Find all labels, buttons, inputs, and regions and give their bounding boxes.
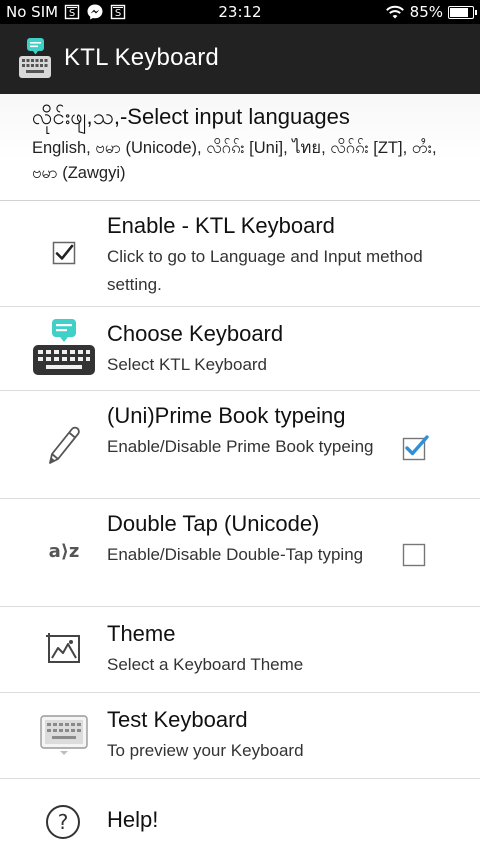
- status-bar: No SIM S S 23:12 85%: [0, 0, 480, 24]
- prime-book-title: (Uni)Prime Book typeing: [107, 403, 346, 428]
- app-keyboard-icon[interactable]: [18, 38, 52, 80]
- picture-icon: [46, 633, 80, 663]
- help-row[interactable]: ? Help!: [0, 778, 480, 847]
- keyboard-chat-icon: [33, 319, 95, 375]
- choose-keyboard-title: Choose Keyboard: [107, 321, 284, 346]
- battery-percent: 85%: [409, 3, 443, 21]
- prime-book-summary: Enable/Disable Prime Book typeing: [107, 437, 374, 456]
- theme-title: Theme: [107, 621, 176, 646]
- input-languages-title: လိုင်းဖျ,သ,-Select input languages: [32, 104, 350, 129]
- app-title: KTL Keyboard: [64, 44, 219, 71]
- test-keyboard-summary: To preview your Keyboard: [107, 741, 304, 760]
- help-icon-text: ?: [58, 810, 69, 834]
- help-title: Help!: [107, 807, 159, 832]
- enable-keyboard-row[interactable]: Enable - KTL Keyboard Click to go to Lan…: [0, 200, 480, 306]
- a-to-z-icon: a⟩z: [49, 541, 80, 562]
- input-languages-list: English, ဗမာ (Unicode), လိဂ်ၵ်း [Uni], ไ…: [32, 139, 437, 182]
- double-tap-summary: Enable/Disable Double-Tap typing: [107, 545, 364, 564]
- a-to-z-icon-text: a⟩z: [49, 541, 80, 562]
- help-icon: ?: [46, 805, 80, 839]
- keyboard-icon: [40, 715, 88, 755]
- enable-keyboard-title: Enable - KTL Keyboard: [107, 213, 335, 238]
- action-bar: KTL Keyboard: [0, 24, 480, 94]
- prime-book-checkbox[interactable]: [402, 435, 430, 465]
- prime-book-row[interactable]: (Uni)Prime Book typeing Enable/Disable P…: [0, 390, 480, 498]
- theme-row[interactable]: Theme Select a Keyboard Theme: [0, 606, 480, 692]
- battery-icon: [448, 5, 477, 19]
- test-keyboard-title: Test Keyboard: [107, 707, 248, 732]
- pencil-icon: [49, 426, 80, 464]
- test-keyboard-row[interactable]: Test Keyboard To preview your Keyboard: [0, 692, 480, 778]
- enable-keyboard-summary: Click to go to Language and Input method…: [107, 247, 423, 294]
- enabled-checkbox: [52, 241, 76, 269]
- checkbox-checked-icon: [52, 241, 76, 265]
- theme-summary: Select a Keyboard Theme: [107, 655, 304, 674]
- checkbox-checked-icon: [402, 435, 429, 461]
- choose-keyboard-summary: Select KTL Keyboard: [107, 355, 268, 374]
- wifi-icon: [385, 5, 404, 19]
- choose-keyboard-row[interactable]: Choose Keyboard Select KTL Keyboard: [0, 306, 480, 390]
- double-tap-title: Double Tap (Unicode): [107, 511, 320, 536]
- input-languages-preference[interactable]: လိုင်းဖျ,သ,-Select input languages Engli…: [0, 94, 480, 200]
- checkbox-unchecked-icon: [402, 543, 426, 567]
- double-tap-row[interactable]: a⟩z Double Tap (Unicode) Enable/Disable …: [0, 498, 480, 606]
- double-tap-checkbox[interactable]: [402, 543, 430, 573]
